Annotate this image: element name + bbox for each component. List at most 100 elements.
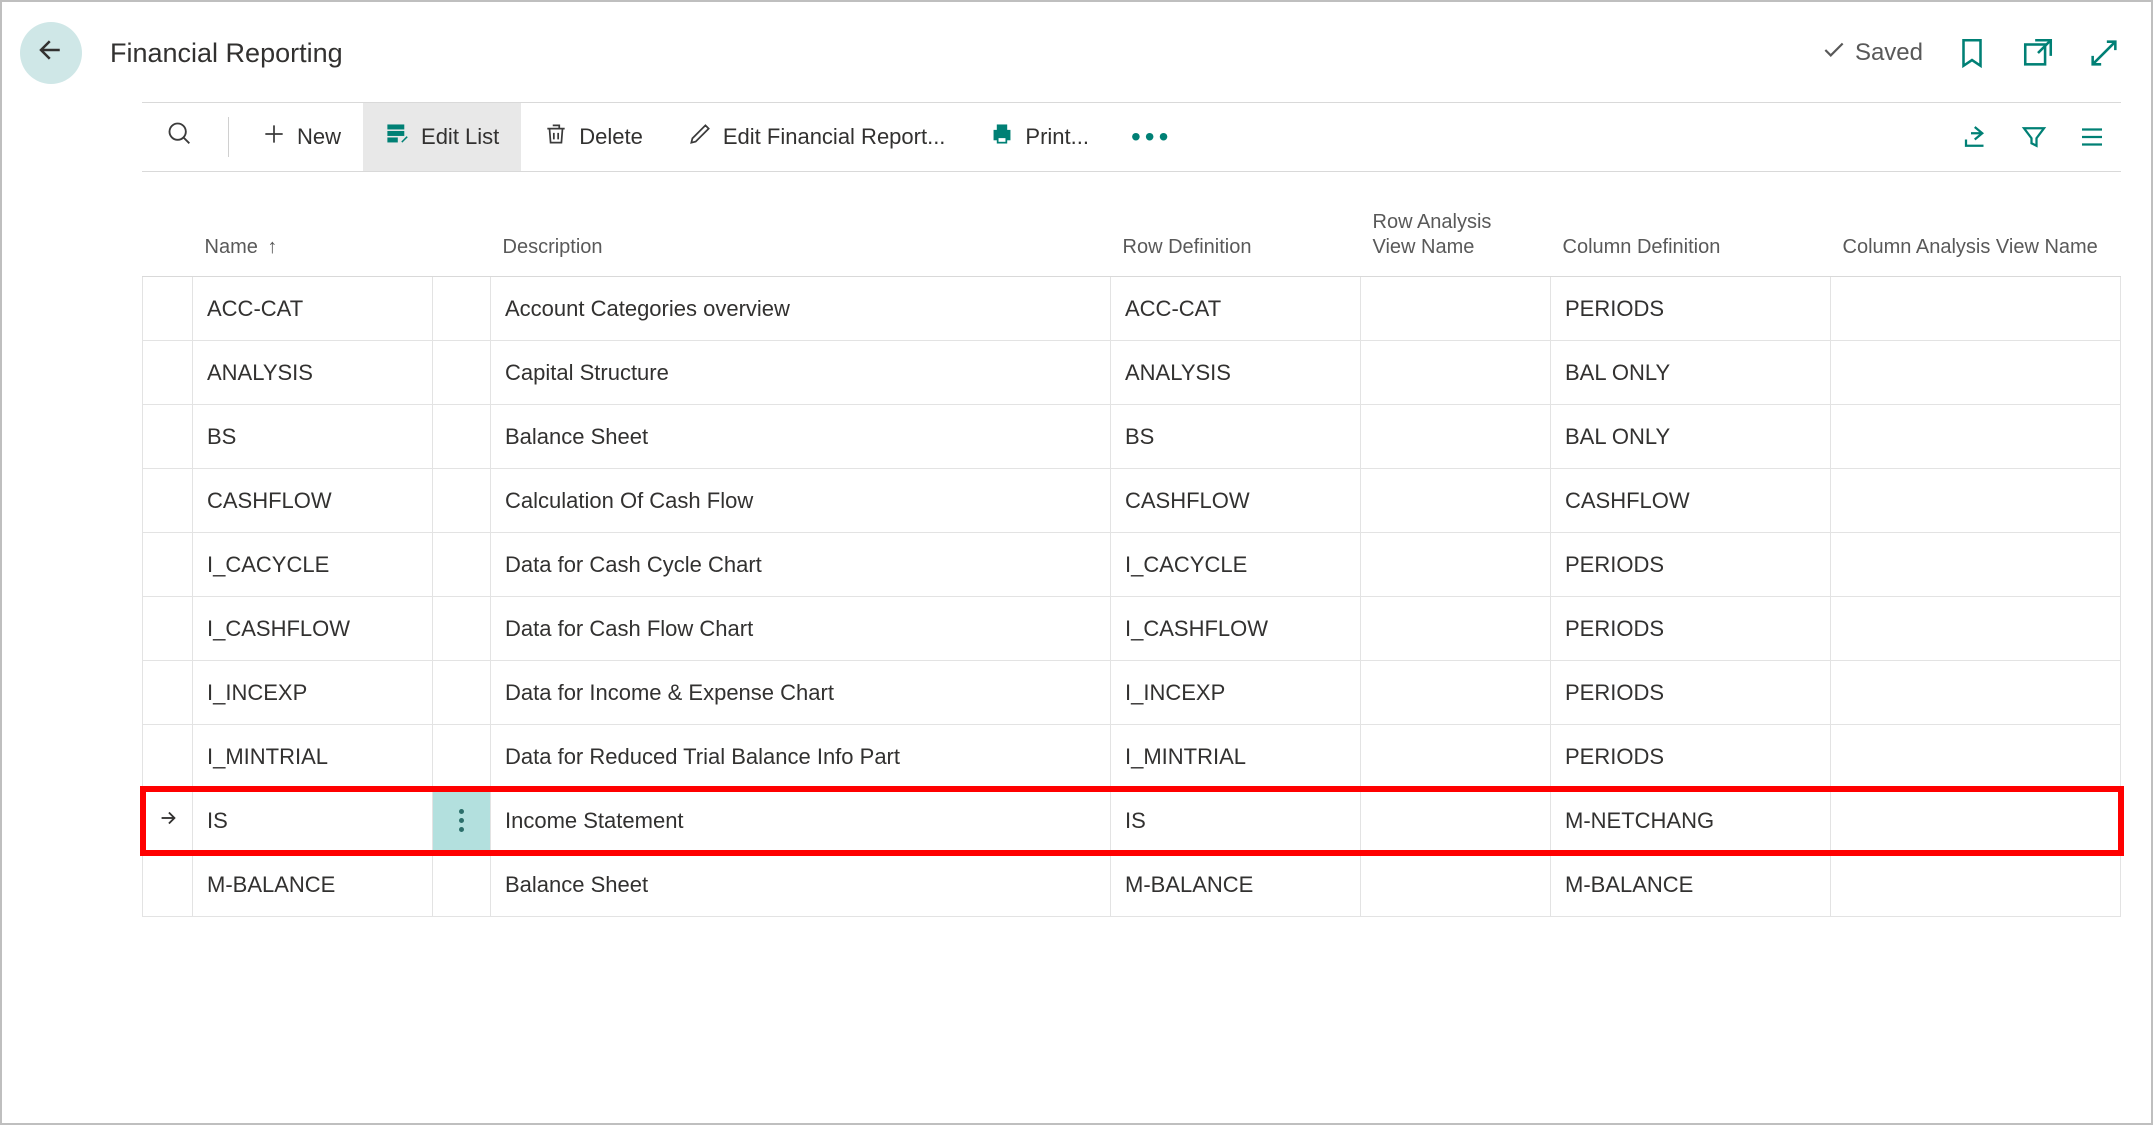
cell-column-analysis[interactable] [1831,853,2121,917]
row-indicator[interactable] [143,341,193,405]
cell-column-analysis[interactable] [1831,789,2121,853]
print-button[interactable]: Print... [967,103,1111,171]
cell-column-definition[interactable]: BAL ONLY [1551,341,1831,405]
cell-row-definition[interactable]: CASHFLOW [1111,469,1361,533]
table-row[interactable]: I_CACYCLEData for Cash Cycle ChartI_CACY… [143,533,2121,597]
col-column-definition[interactable]: Column Definition [1551,200,1831,277]
list-view-button[interactable] [2077,122,2107,152]
cell-row-definition[interactable]: I_INCEXP [1111,661,1361,725]
row-indicator[interactable] [143,277,193,341]
table-row[interactable]: ACC-CATAccount Categories overviewACC-CA… [143,277,2121,341]
cell-description[interactable]: Balance Sheet [491,853,1111,917]
cell-row-analysis[interactable] [1361,469,1551,533]
cell-row-analysis[interactable] [1361,277,1551,341]
delete-button[interactable]: Delete [521,103,665,171]
row-indicator[interactable] [143,853,193,917]
cell-description[interactable]: Data for Cash Cycle Chart [491,533,1111,597]
cell-column-analysis[interactable] [1831,533,2121,597]
back-button[interactable] [20,22,82,84]
edit-report-button[interactable]: Edit Financial Report... [665,103,968,171]
cell-row-analysis[interactable] [1361,661,1551,725]
cell-column-analysis[interactable] [1831,277,2121,341]
cell-description[interactable]: Income Statement [491,789,1111,853]
col-row-analysis[interactable]: Row Analysis View Name [1361,200,1551,277]
row-menu-button[interactable] [433,789,491,853]
cell-name[interactable]: I_CASHFLOW [193,597,433,661]
cell-row-analysis[interactable] [1361,341,1551,405]
row-indicator[interactable] [143,533,193,597]
cell-name[interactable]: BS [193,405,433,469]
row-menu-button[interactable] [433,341,491,405]
pop-out-button[interactable] [2021,36,2055,70]
cell-column-analysis[interactable] [1831,725,2121,789]
cell-name[interactable]: I_INCEXP [193,661,433,725]
cell-row-analysis[interactable] [1361,789,1551,853]
edit-list-button[interactable]: Edit List [363,103,521,171]
cell-description[interactable]: Data for Reduced Trial Balance Info Part [491,725,1111,789]
row-menu-button[interactable] [433,661,491,725]
col-row-definition[interactable]: Row Definition [1111,200,1361,277]
cell-name[interactable]: CASHFLOW [193,469,433,533]
row-menu-button[interactable] [433,405,491,469]
filter-button[interactable] [2019,122,2049,152]
cell-row-definition[interactable]: I_CACYCLE [1111,533,1361,597]
cell-column-definition[interactable]: PERIODS [1551,661,1831,725]
cell-column-definition[interactable]: PERIODS [1551,725,1831,789]
cell-column-analysis[interactable] [1831,661,2121,725]
row-menu-button[interactable] [433,469,491,533]
cell-row-definition[interactable]: M-BALANCE [1111,853,1361,917]
cell-row-definition[interactable]: I_MINTRIAL [1111,725,1361,789]
cell-row-analysis[interactable] [1361,853,1551,917]
cell-row-analysis[interactable] [1361,533,1551,597]
row-menu-button[interactable] [433,533,491,597]
cell-row-definition[interactable]: ACC-CAT [1111,277,1361,341]
share-button[interactable] [1961,122,1991,152]
cell-column-analysis[interactable] [1831,405,2121,469]
cell-column-definition[interactable]: CASHFLOW [1551,469,1831,533]
cell-row-analysis[interactable] [1361,597,1551,661]
expand-button[interactable] [2087,36,2121,70]
cell-column-definition[interactable]: PERIODS [1551,597,1831,661]
row-menu-button[interactable] [433,725,491,789]
col-column-analysis[interactable]: Column Analysis View Name [1831,200,2121,277]
cell-name[interactable]: I_MINTRIAL [193,725,433,789]
row-indicator[interactable] [143,597,193,661]
cell-column-definition[interactable]: M-NETCHANG [1551,789,1831,853]
cell-column-analysis[interactable] [1831,597,2121,661]
cell-column-analysis[interactable] [1831,469,2121,533]
col-name[interactable]: Name ↑ [193,200,433,277]
row-menu-button[interactable] [433,277,491,341]
row-indicator[interactable] [143,789,193,853]
more-actions-button[interactable]: ••• [1111,121,1192,153]
cell-row-definition[interactable]: IS [1111,789,1361,853]
table-row[interactable]: ANALYSISCapital StructureANALYSISBAL ONL… [143,341,2121,405]
cell-column-definition[interactable]: M-BALANCE [1551,853,1831,917]
cell-description[interactable]: Data for Income & Expense Chart [491,661,1111,725]
row-indicator[interactable] [143,725,193,789]
table-row[interactable]: CASHFLOWCalculation Of Cash FlowCASHFLOW… [143,469,2121,533]
cell-column-analysis[interactable] [1831,341,2121,405]
table-row[interactable]: I_CASHFLOWData for Cash Flow ChartI_CASH… [143,597,2121,661]
row-menu-button[interactable] [433,853,491,917]
cell-name[interactable]: ANALYSIS [193,341,433,405]
cell-row-definition[interactable]: ANALYSIS [1111,341,1361,405]
bookmark-button[interactable] [1955,36,1989,70]
cell-name[interactable]: ACC-CAT [193,277,433,341]
search-button[interactable] [142,103,218,171]
cell-row-analysis[interactable] [1361,405,1551,469]
cell-name[interactable]: IS [193,789,433,853]
new-button[interactable]: New [239,103,363,171]
row-menu-button[interactable] [433,597,491,661]
table-row[interactable]: ISIncome StatementISM-NETCHANG [143,789,2121,853]
cell-name[interactable]: I_CACYCLE [193,533,433,597]
cell-description[interactable]: Capital Structure [491,341,1111,405]
cell-column-definition[interactable]: BAL ONLY [1551,405,1831,469]
cell-row-definition[interactable]: I_CASHFLOW [1111,597,1361,661]
table-row[interactable]: M-BALANCEBalance SheetM-BALANCEM-BALANCE [143,853,2121,917]
cell-row-analysis[interactable] [1361,725,1551,789]
cell-column-definition[interactable]: PERIODS [1551,533,1831,597]
cell-name[interactable]: M-BALANCE [193,853,433,917]
cell-description[interactable]: Account Categories overview [491,277,1111,341]
cell-row-definition[interactable]: BS [1111,405,1361,469]
cell-description[interactable]: Calculation Of Cash Flow [491,469,1111,533]
